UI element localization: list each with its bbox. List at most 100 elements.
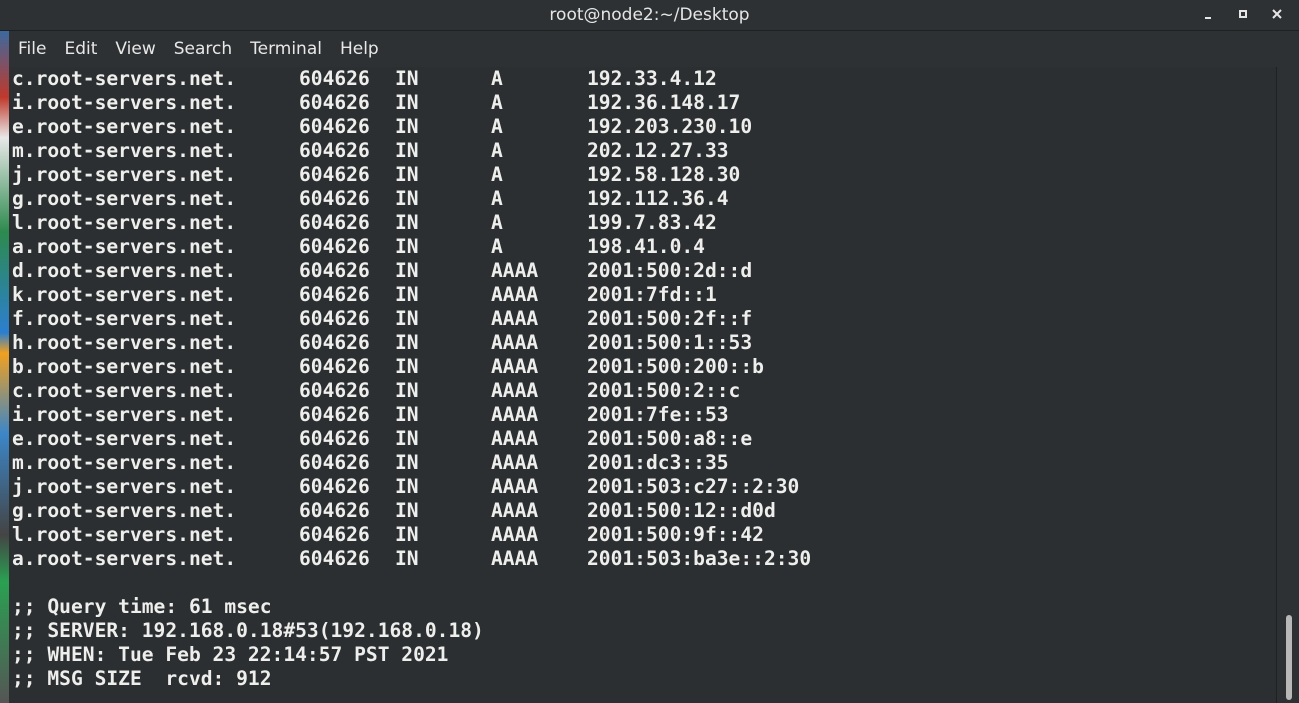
record-ttl: 604626 <box>299 259 370 282</box>
title-bar[interactable]: root@node2:~/Desktop <box>0 0 1299 31</box>
record-type: AAAA <box>491 475 539 498</box>
record-data: 2001:500:12::d0d <box>587 499 776 522</box>
record-data: 2001:dc3::35 <box>587 451 729 474</box>
record-name: j.root-servers.net. <box>12 475 237 498</box>
record-name: h.root-servers.net. <box>12 331 237 354</box>
record-class: IN <box>395 163 419 186</box>
record-data: 202.12.27.33 <box>587 139 729 162</box>
record-type: A <box>491 235 503 258</box>
window-controls <box>1199 4 1287 24</box>
record-ttl: 604626 <box>299 355 370 378</box>
record-ttl: 604626 <box>299 91 370 114</box>
query-stats-line: ;; SERVER: 192.168.0.18#53(192.168.0.18) <box>12 619 484 642</box>
record-class: IN <box>395 499 419 522</box>
record-ttl: 604626 <box>299 139 370 162</box>
terminal-window: root@node2:~/Desktop File Edit View Sear… <box>0 0 1299 703</box>
menu-file[interactable]: File <box>9 31 54 67</box>
record-ttl: 604626 <box>299 379 370 402</box>
record-name: i.root-servers.net. <box>12 403 237 426</box>
record-class: IN <box>395 187 419 210</box>
record-type: A <box>491 91 503 114</box>
record-data: 192.36.148.17 <box>587 91 741 114</box>
record-data: 198.41.0.4 <box>587 235 705 258</box>
record-class: IN <box>395 283 419 306</box>
record-name: e.root-servers.net. <box>12 427 237 450</box>
record-type: A <box>491 139 503 162</box>
menu-help[interactable]: Help <box>332 31 387 67</box>
record-ttl: 604626 <box>299 235 370 258</box>
record-ttl: 604626 <box>299 211 370 234</box>
record-name: m.root-servers.net. <box>12 451 237 474</box>
record-name: i.root-servers.net. <box>12 91 237 114</box>
menu-terminal[interactable]: Terminal <box>242 31 330 67</box>
record-data: 2001:500:2f::f <box>587 307 753 330</box>
record-ttl: 604626 <box>299 499 370 522</box>
record-data: 192.112.36.4 <box>587 187 729 210</box>
terminal-output[interactable]: c.root-servers.net. 604626 IN A 192.33.4.12 i… <box>9 67 1277 703</box>
query-stats-line: ;; WHEN: Tue Feb 23 22:14:57 PST 2021 <box>12 643 449 666</box>
record-type: AAAA <box>491 283 539 306</box>
record-data: 2001:500:2d::d <box>587 259 753 282</box>
record-class: IN <box>395 211 419 234</box>
record-class: IN <box>395 67 419 90</box>
record-data: 2001:7fd::1 <box>587 283 717 306</box>
minimize-button[interactable] <box>1199 4 1219 24</box>
record-class: IN <box>395 475 419 498</box>
record-class: IN <box>395 139 419 162</box>
record-class: IN <box>395 259 419 282</box>
record-name: b.root-servers.net. <box>12 355 237 378</box>
record-name: c.root-servers.net. <box>12 67 237 90</box>
record-type: AAAA <box>491 547 539 570</box>
record-class: IN <box>395 427 419 450</box>
record-type: AAAA <box>491 331 539 354</box>
record-ttl: 604626 <box>299 307 370 330</box>
menu-edit[interactable]: Edit <box>56 31 105 67</box>
query-stats-line: ;; Query time: 61 msec <box>12 595 272 618</box>
record-name: d.root-servers.net. <box>12 259 237 282</box>
record-ttl: 604626 <box>299 403 370 426</box>
record-class: IN <box>395 451 419 474</box>
record-ttl: 604626 <box>299 451 370 474</box>
record-class: IN <box>395 355 419 378</box>
record-type: A <box>491 67 503 90</box>
record-data: 2001:500:9f::42 <box>587 523 764 546</box>
record-ttl: 604626 <box>299 547 370 570</box>
menu-search[interactable]: Search <box>166 31 240 67</box>
record-class: IN <box>395 379 419 402</box>
menu-view[interactable]: View <box>107 31 163 67</box>
record-data: 199.7.83.42 <box>587 211 717 234</box>
record-type: AAAA <box>491 427 539 450</box>
record-data: 2001:500:2::c <box>587 379 741 402</box>
record-type: AAAA <box>491 523 539 546</box>
close-button[interactable] <box>1267 4 1287 24</box>
record-data: 2001:7fe::53 <box>587 403 729 426</box>
record-data: 2001:500:200::b <box>587 355 764 378</box>
scrollbar-thumb[interactable] <box>1286 615 1292 700</box>
record-type: AAAA <box>491 403 539 426</box>
record-name: a.root-servers.net. <box>12 547 237 570</box>
record-ttl: 604626 <box>299 523 370 546</box>
record-class: IN <box>395 307 419 330</box>
maximize-icon <box>1239 10 1247 18</box>
desktop-background-strip <box>0 30 9 703</box>
record-type: AAAA <box>491 355 539 378</box>
record-ttl: 604626 <box>299 475 370 498</box>
record-class: IN <box>395 235 419 258</box>
menu-bar: File Edit View Search Terminal Help <box>9 31 1299 67</box>
record-name: k.root-servers.net. <box>12 283 237 306</box>
record-type: A <box>491 163 503 186</box>
window-title: root@node2:~/Desktop <box>549 5 750 25</box>
record-ttl: 604626 <box>299 427 370 450</box>
close-icon <box>1272 9 1282 19</box>
record-class: IN <box>395 331 419 354</box>
record-ttl: 604626 <box>299 283 370 306</box>
record-data: 2001:503:c27::2:30 <box>587 475 800 498</box>
maximize-button[interactable] <box>1233 4 1253 24</box>
record-name: m.root-servers.net. <box>12 139 237 162</box>
record-name: g.root-servers.net. <box>12 187 237 210</box>
record-type: AAAA <box>491 379 539 402</box>
record-ttl: 604626 <box>299 115 370 138</box>
vertical-scrollbar[interactable] <box>1276 67 1299 703</box>
record-type: A <box>491 115 503 138</box>
record-ttl: 604626 <box>299 331 370 354</box>
